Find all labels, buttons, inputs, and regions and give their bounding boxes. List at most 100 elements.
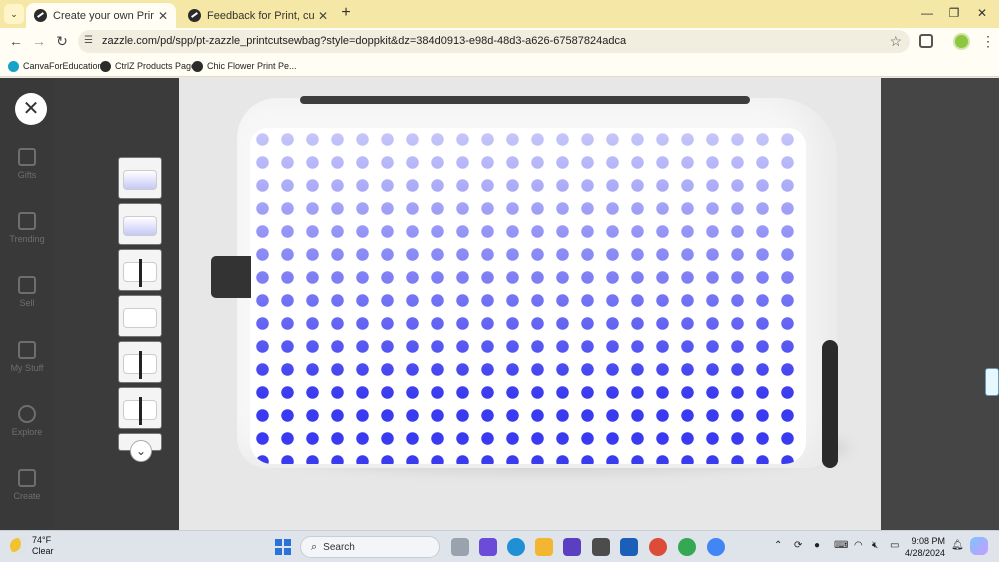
bag-zipper [300, 96, 750, 104]
scroll-down-button[interactable]: ⌄ [130, 440, 152, 462]
tab-search-button[interactable]: ⌄ [4, 4, 24, 24]
chrome-profile-icon[interactable] [678, 538, 696, 556]
restore-icon[interactable]: ❐ [944, 4, 964, 22]
app-tray-icon[interactable]: ● [814, 540, 820, 551]
bookmark-canva[interactable]: CanvaForEducation [8, 59, 103, 73]
close-viewer-button[interactable]: ✕ [15, 93, 47, 125]
minecraft-icon[interactable] [592, 538, 610, 556]
chrome-icon[interactable] [649, 538, 667, 556]
sidebar-item-sell[interactable]: Sell [0, 276, 54, 308]
thumbnail[interactable] [118, 341, 162, 383]
trending-icon [18, 212, 36, 230]
thumbnail[interactable] [118, 157, 162, 199]
tab-feedback[interactable]: Feedback for Print, cut & sew b ✕ [180, 3, 336, 28]
sidebar-item-label: Trending [9, 234, 45, 244]
task-view-icon[interactable] [451, 538, 469, 556]
battery-icon[interactable]: ▭ [890, 540, 899, 551]
background-panel [881, 78, 999, 530]
bag-thumbnail-image [123, 170, 157, 190]
weather-widget[interactable]: 74°F Clear [10, 535, 54, 557]
copilot-icon[interactable] [970, 537, 988, 555]
extensions-icon[interactable] [919, 34, 933, 48]
taskbar: 74°F Clear ⌕ Search ⌃ ⟳ ● ⌨ ◠ 🔇︎ ▭ 9:08 … [0, 530, 999, 562]
edge-icon[interactable] [507, 538, 525, 556]
tray-overflow-icon[interactable]: ⌃ [774, 540, 782, 551]
minimize-icon[interactable]: — [917, 4, 937, 22]
profile-avatar[interactable] [953, 33, 970, 50]
tab-strip: ⌄ Create your own Print Cut Sew ✕ Feedba… [0, 0, 999, 28]
floating-widget[interactable] [985, 368, 999, 396]
keyboard-icon[interactable]: ⌨ [834, 540, 848, 551]
sidebar-item-label: Sell [19, 298, 35, 308]
reload-icon[interactable]: ↻ [54, 33, 70, 49]
weather-desc: Clear [32, 546, 54, 556]
search-icon: ⌕ [311, 540, 318, 553]
bookmark-label: CtrlZ Products Page [115, 61, 197, 71]
bag-thumbnail-image [123, 351, 157, 379]
media-app-icon[interactable] [563, 538, 581, 556]
bag-thumbnail-image [123, 259, 157, 287]
thumbnail-strip [118, 157, 162, 455]
time-text: 9:08 PM [911, 536, 945, 546]
sidebar-item-create[interactable]: Create [0, 469, 54, 501]
folder-icon [18, 341, 36, 359]
close-window-icon[interactable]: ✕ [972, 4, 992, 22]
chevron-down-icon: ⌄ [10, 8, 18, 19]
tab-title: Create your own Print Cut Sew [53, 9, 154, 22]
chrome-active-icon[interactable] [707, 538, 725, 556]
zipper-pull [822, 340, 838, 468]
close-tab-icon[interactable]: ✕ [158, 9, 168, 23]
bookmark-chic-flower[interactable]: Chic Flower Print Pe... [192, 59, 297, 73]
forward-arrow-icon[interactable]: → [31, 33, 47, 49]
thumbnail[interactable] [118, 295, 162, 337]
sidebar-item-gifts[interactable]: Gifts [0, 148, 54, 180]
site-info-icon[interactable]: ☰ [84, 35, 96, 47]
page-content: Gifts Trending Sell My Stuff Explore Cre… [0, 78, 999, 530]
sidebar-item-my-stuff[interactable]: My Stuff [0, 341, 54, 373]
canva-icon [8, 60, 19, 72]
weather-temp: 74°F [32, 535, 52, 545]
bag-thumbnail-image [123, 308, 157, 328]
address-bar[interactable]: ☰ zazzle.com/pd/spp/pt-zazzle_printcutse… [78, 30, 910, 53]
back-arrow-icon[interactable]: ← [8, 33, 24, 49]
dot-gradient-overlay [250, 128, 806, 464]
zazzle-icon [34, 9, 47, 22]
volume-muted-icon[interactable]: 🔇︎ [872, 540, 878, 551]
bookmarks-bar: CanvaForEducation CtrlZ Products Page Ch… [0, 55, 999, 77]
tab-create-print-cut-sew[interactable]: Create your own Print Cut Sew ✕ [26, 3, 176, 28]
close-tab-icon[interactable]: ✕ [318, 9, 328, 23]
moon-icon [10, 538, 26, 554]
wifi-icon[interactable]: ◠ [854, 540, 863, 551]
thumbnail[interactable] [118, 387, 162, 429]
tab-title: Feedback for Print, cut & sew b [207, 9, 314, 22]
bag-handle-strap [211, 256, 251, 298]
new-tab-button[interactable]: + [338, 5, 354, 21]
clock[interactable]: 9:08 PM 4/28/2024 [905, 535, 945, 559]
sidebar: Gifts Trending Sell My Stuff Explore Cre… [0, 78, 54, 530]
thumbnail[interactable] [118, 203, 162, 245]
more-menu-icon[interactable]: ⋮ [981, 33, 995, 50]
bookmark-star-icon[interactable]: ☆ [889, 33, 902, 50]
notification-bell-icon[interactable]: 🔔︎ [951, 540, 964, 551]
sync-icon[interactable]: ⟳ [794, 540, 802, 551]
bookmark-label: CanvaForEducation [23, 61, 103, 71]
teams-icon[interactable] [479, 538, 497, 556]
bag-thumbnail-image [123, 216, 157, 236]
sidebar-item-explore[interactable]: Explore [0, 405, 54, 437]
thumbnail[interactable] [118, 249, 162, 291]
bookmark-ctrlz[interactable]: CtrlZ Products Page [100, 59, 196, 73]
date-text: 4/28/2024 [905, 548, 946, 558]
gift-icon [18, 148, 36, 166]
close-icon: ✕ [22, 98, 40, 120]
taskbar-search[interactable]: ⌕ Search [300, 536, 440, 558]
windows-start-icon[interactable] [275, 539, 291, 555]
bookmark-label: Chic Flower Print Pe... [207, 61, 297, 71]
store-icon [18, 276, 36, 294]
sidebar-item-trending[interactable]: Trending [0, 212, 54, 244]
search-label: Search [323, 541, 355, 553]
lightbulb-icon [18, 405, 36, 423]
dictionary-app-icon[interactable] [620, 538, 638, 556]
sidebar-item-label: My Stuff [10, 363, 44, 373]
file-explorer-icon[interactable] [535, 538, 553, 556]
sidebar-item-label: Create [13, 491, 41, 501]
